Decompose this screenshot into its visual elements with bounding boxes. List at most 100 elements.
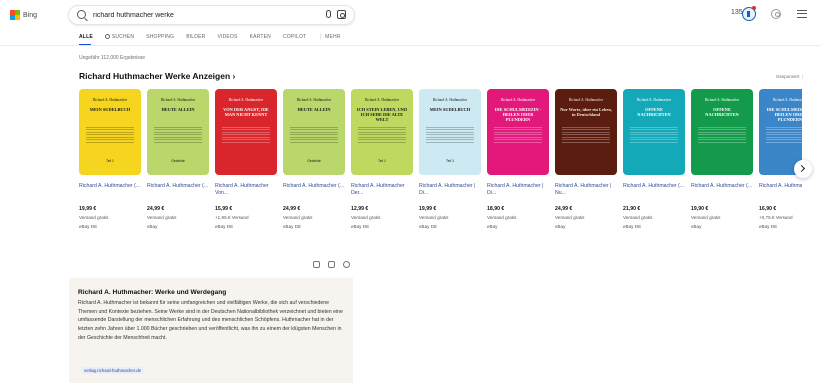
product-title[interactable]: Richard A. Huthmacher (...: [691, 183, 753, 190]
product-shipping: Versand gratis: [419, 215, 449, 220]
product-title[interactable]: Richard A. Huthmacher | Nu...: [555, 183, 617, 197]
cover-text-lines: [222, 127, 270, 143]
top-bar: Bing 135: [0, 0, 821, 30]
cover-text-lines: [426, 127, 474, 143]
tab-mehr[interactable]: ⋮ MEHR: [312, 33, 346, 45]
answer-body: Richard A. Huthmacher ist bekannt für se…: [78, 300, 343, 341]
rewards-count[interactable]: 135: [731, 9, 743, 16]
cover-text-lines: [86, 127, 134, 143]
book-cover-image[interactable]: Richard A. Huthmacher Nur Worte, über ein…: [555, 89, 617, 175]
hamburger-menu-icon[interactable]: [797, 10, 807, 18]
search-icon[interactable]: [77, 10, 86, 19]
cover-footer: Gedichte: [307, 159, 321, 163]
tab-karten[interactable]: KARTEN: [244, 33, 277, 45]
product-seller: eBay DE: [351, 224, 370, 229]
book-cover-image[interactable]: Richard A. Huthmacher HEUTE ALLEIN Gedicht…: [147, 89, 209, 175]
book-cover-image[interactable]: Richard A. Huthmacher MEIN SUDELBUCH Teil …: [79, 89, 141, 175]
product-title[interactable]: Richard A. Huthmacher (...: [623, 183, 685, 190]
visual-search-icon[interactable]: [337, 10, 346, 19]
product-card[interactable]: Richard A. Huthmacher VON DER ANGST, DIE …: [215, 89, 277, 239]
cover-footer: Teil 3: [446, 159, 454, 163]
product-title[interactable]: Richard A. Huthmacher (...: [283, 183, 345, 190]
product-shipping: Versand gratis: [691, 215, 721, 220]
tab-shopping[interactable]: SHOPPING: [140, 33, 180, 45]
book-cover-image[interactable]: Richard A. Huthmacher MEIN SUDELBUCH Teil …: [419, 89, 481, 175]
product-seller: eBay DE: [283, 224, 302, 229]
notification-dot: [752, 6, 756, 10]
cover-text-lines: [290, 127, 338, 143]
product-title[interactable]: Richard A. Huthmacher (...: [759, 183, 802, 190]
cover-text-lines: [562, 127, 610, 143]
tab-copilot[interactable]: COPILOT: [277, 33, 312, 45]
product-title[interactable]: Richard A. Huthmacher (...: [79, 183, 141, 190]
product-shipping: +1,95 € Versand: [215, 215, 249, 220]
product-card[interactable]: Richard A. Huthmacher OFFENE NACHRICHTEN R…: [623, 89, 685, 239]
carousel-next-icon[interactable]: [794, 160, 812, 178]
product-title[interactable]: Richard A. Huthmacher | Di...: [419, 183, 481, 197]
product-title[interactable]: Richard A. Huthmacher | Di...: [487, 183, 549, 197]
product-seller: eBay DE: [759, 224, 778, 229]
product-price: 21,90 €: [623, 206, 641, 212]
product-price: 19,99 €: [419, 206, 437, 212]
product-shipping: Versand gratis: [79, 215, 109, 220]
cover-text-lines: [494, 127, 542, 143]
search-input[interactable]: [93, 9, 293, 22]
product-card[interactable]: Richard A. Huthmacher OFFENE NACHRICHTEN R…: [691, 89, 753, 239]
product-card[interactable]: Richard A. Huthmacher MEIN SUDELBUCH Teil …: [79, 89, 141, 239]
cover-title: MEIN SUDELBUCH: [89, 107, 131, 112]
answer-heading: Richard A. Huthmacher: Werke und Werdega…: [78, 289, 227, 296]
tab-alle[interactable]: ALLE: [79, 33, 99, 45]
product-price: 24,99 €: [147, 206, 165, 212]
product-card[interactable]: Richard A. Huthmacher Nur Worte, über ein…: [555, 89, 617, 239]
cover-author: Richard A. Huthmacher: [500, 98, 536, 102]
cover-text-lines: [698, 127, 746, 143]
thumbs-up-icon[interactable]: [313, 261, 320, 268]
book-cover-image[interactable]: Richard A. Huthmacher DIE SCHULMEDIZIN - …: [487, 89, 549, 175]
cover-title: MEIN SUDELBUCH: [429, 107, 471, 112]
product-shipping: Versand gratis: [555, 215, 585, 220]
product-price: 18,90 €: [487, 206, 505, 212]
product-card[interactable]: Richard A. Huthmacher MEIN SUDELBUCH Teil …: [419, 89, 481, 239]
product-card[interactable]: Richard A. Huthmacher HEUTE ALLEIN Gedicht…: [147, 89, 209, 239]
product-title[interactable]: Richard A. Huthmacher Von...: [215, 183, 277, 197]
shopping-section-title[interactable]: Richard Huthmacher Werke Anzeigen ›: [79, 71, 235, 81]
product-price: 19,99 €: [79, 206, 97, 212]
product-card[interactable]: Richard A. Huthmacher HEUTE ALLEIN Gedicht…: [283, 89, 345, 239]
product-seller: eBay: [487, 224, 498, 229]
cover-author: Richard A. Huthmacher: [568, 98, 604, 102]
tab-videos[interactable]: VIDEOS: [211, 33, 243, 45]
book-cover-image[interactable]: Richard A. Huthmacher OFFENE NACHRICHTEN: [623, 89, 685, 175]
answer-source-link[interactable]: verlag.richard-huthmacher.de: [81, 367, 145, 374]
tab-bilder[interactable]: BILDER: [180, 33, 211, 45]
microphone-icon[interactable]: [326, 10, 331, 18]
tabs-divider: [0, 45, 821, 46]
tab-suchen[interactable]: SUCHEN: [99, 33, 140, 45]
answer-card: Richard A. Huthmacher: Werke und Werdega…: [69, 278, 353, 383]
cover-author: Richard A. Huthmacher: [772, 98, 802, 102]
cover-title: DIE SCHULMEDIZIN - HEILEN ODER PLUNDERN: [494, 107, 542, 122]
product-title[interactable]: Richard A. Huthmacher Der...: [351, 183, 413, 197]
thumbs-down-icon[interactable]: [328, 261, 335, 268]
product-card[interactable]: Richard A. Huthmacher DIE SCHULMEDIZIN - …: [487, 89, 549, 239]
book-cover-image[interactable]: Richard A. Huthmacher VON DER ANGST, DIE …: [215, 89, 277, 175]
cover-text-lines: [630, 127, 678, 143]
cover-title: HEUTE ALLEIN: [297, 107, 331, 112]
cover-text-lines: [154, 127, 202, 143]
share-icon[interactable]: [343, 261, 350, 268]
profile-icon[interactable]: [771, 9, 781, 19]
product-price: 12,99 €: [351, 206, 369, 212]
bing-logo[interactable]: Bing: [10, 10, 37, 20]
cover-title: ICH STEIN LEBEN, UND ICH SEHE DIE ALTE W…: [356, 107, 408, 122]
product-title[interactable]: Richard A. Huthmacher (...: [147, 183, 209, 190]
product-seller: eBay DE: [215, 224, 234, 229]
copilot-search-icon: [104, 34, 110, 39]
search-box[interactable]: [68, 5, 355, 25]
product-shipping: Versand gratis: [147, 215, 177, 220]
book-cover-image[interactable]: Richard A. Huthmacher OFFENE NACHRICHTEN: [691, 89, 753, 175]
sponsored-label[interactable]: Gesponsert ⋮: [776, 74, 805, 80]
product-card[interactable]: Richard A. Huthmacher ICH STEIN LEBEN, UN…: [351, 89, 413, 239]
bing-logo-icon: [10, 10, 20, 20]
product-price: 15,99 €: [215, 206, 233, 212]
book-cover-image[interactable]: Richard A. Huthmacher ICH STEIN LEBEN, UN…: [351, 89, 413, 175]
book-cover-image[interactable]: Richard A. Huthmacher HEUTE ALLEIN Gedicht…: [283, 89, 345, 175]
